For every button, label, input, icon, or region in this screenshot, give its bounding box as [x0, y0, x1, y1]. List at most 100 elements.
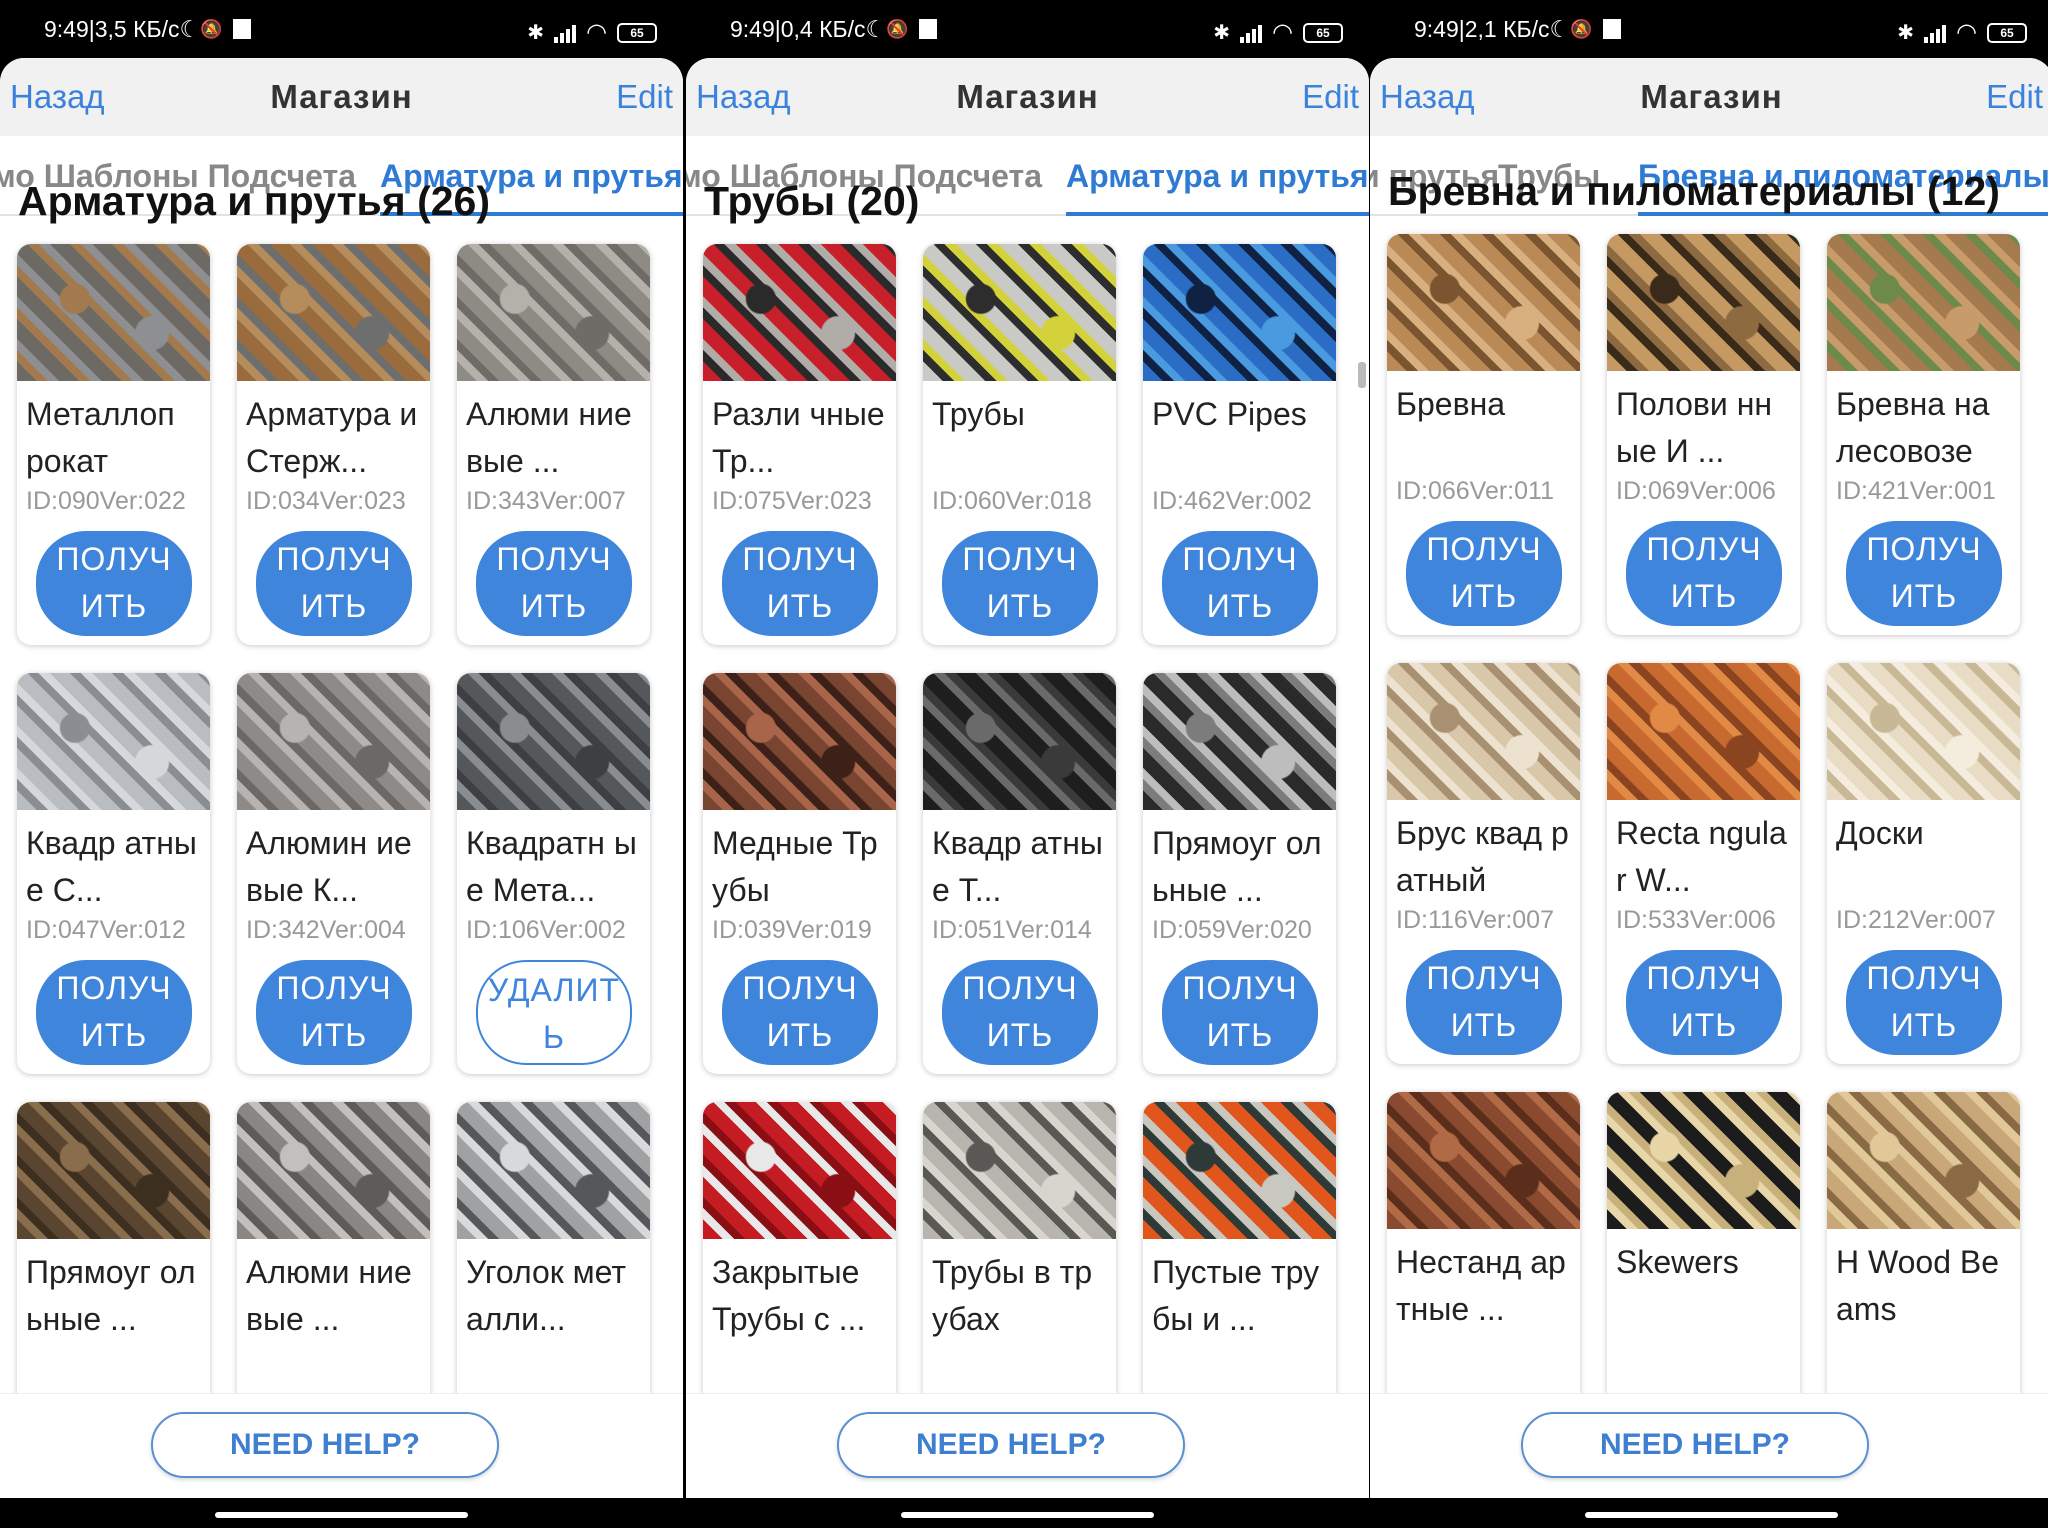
- product-thumbnail: [1607, 234, 1800, 371]
- status-time: 9:49: [1414, 15, 1459, 42]
- product-card[interactable]: PVC Pipes ID:462Ver:002 ПОЛУЧ ИТЬ: [1143, 244, 1336, 645]
- get-button[interactable]: ПОЛУЧ ИТЬ: [1162, 531, 1318, 636]
- product-thumbnail: [457, 673, 650, 810]
- product-id-version: ID:342Ver:004: [246, 916, 406, 944]
- status-right-icons: ✱ ◠ 65: [1897, 18, 2027, 47]
- battery-icon: 65: [1987, 22, 2027, 43]
- product-card[interactable]: Медные Трубы ID:039Ver:019 ПОЛУЧ ИТЬ: [703, 673, 896, 1074]
- scroll-indicator[interactable]: [1358, 362, 1366, 388]
- product-thumbnail: [703, 1102, 896, 1239]
- bluetooth-icon: ✱: [1897, 22, 1915, 44]
- product-id-version: ID:051Ver:014: [932, 916, 1092, 944]
- signal-icon: [1924, 23, 1947, 43]
- product-id-version: ID:047Ver:012: [26, 916, 186, 944]
- notification-icon: [1602, 19, 1621, 39]
- product-name: Трубы в трубах: [932, 1254, 1093, 1337]
- need-help-button[interactable]: NEED HELP?: [837, 1412, 1185, 1478]
- product-name: Алюми ниевые ...: [466, 396, 632, 479]
- get-button[interactable]: ПОЛУЧ ИТЬ: [36, 531, 192, 636]
- notification-icon: [918, 19, 937, 39]
- get-button[interactable]: ПОЛУЧ ИТЬ: [1846, 521, 2002, 626]
- status-net-speed: 2,1 КБ/с: [1464, 15, 1550, 42]
- get-button[interactable]: ПОЛУЧ ИТЬ: [476, 531, 632, 636]
- product-id-version: ID:066Ver:011: [1396, 477, 1554, 505]
- home-indicator[interactable]: [1585, 1512, 1838, 1518]
- product-card[interactable]: Арматура и Стерж... ID:034Ver:023 ПОЛУЧ ИТ…: [237, 244, 430, 645]
- product-card[interactable]: Квадратн ые Мета... ID:106Ver:002 УДАЛИТ Ь: [457, 673, 650, 1074]
- three-phone-screenshots: 9:49 | 3,5 КБ/с ☾ 🔕 ✱ ◠ 65 Назад Магазин Edit м…: [0, 0, 2048, 1528]
- product-thumbnail: [17, 1102, 210, 1239]
- product-name: Металлоп рокат: [26, 396, 175, 479]
- product-name: Трубы: [932, 396, 1025, 432]
- product-id-version: ID:090Ver:022: [26, 487, 186, 515]
- product-card[interactable]: Прямоуг ольные ... ID:059Ver:020 ПОЛУЧ ИТЬ: [1143, 673, 1336, 1074]
- category-tab[interactable]: Арматура и прутья: [1066, 158, 1369, 195]
- product-thumbnail: [1827, 234, 2020, 371]
- product-thumbnail: [237, 673, 430, 810]
- get-button[interactable]: ПОЛУЧ ИТЬ: [1406, 950, 1562, 1055]
- page-title: Магазин: [956, 78, 1099, 115]
- product-card[interactable]: Трубы ID:060Ver:018 ПОЛУЧ ИТЬ: [923, 244, 1116, 645]
- home-indicator[interactable]: [215, 1512, 468, 1518]
- get-button[interactable]: ПОЛУЧ ИТЬ: [1846, 950, 2002, 1055]
- wifi-icon: ◠: [1272, 19, 1293, 46]
- battery-icon: 65: [1303, 22, 1343, 43]
- product-thumbnail: [237, 244, 430, 381]
- edit-button[interactable]: Edit: [1986, 78, 2043, 116]
- battery-icon: 65: [617, 22, 657, 43]
- get-button[interactable]: ПОЛУЧ ИТЬ: [1162, 960, 1318, 1065]
- product-name: PVC Pipes: [1152, 396, 1307, 432]
- get-button[interactable]: ПОЛУЧ ИТЬ: [36, 960, 192, 1065]
- phone-panel-2: 9:49 | 0,4 КБ/с ☾ 🔕 ✱ ◠ 65 Назад Магазин Edit м…: [686, 0, 1369, 1528]
- product-card[interactable]: Квадр атные Т... ID:051Ver:014 ПОЛУЧ ИТЬ: [923, 673, 1116, 1074]
- product-card[interactable]: Recta ngular W... ID:533Ver:006 ПОЛУЧ ИТЬ: [1607, 663, 1800, 1064]
- product-thumbnail: [17, 673, 210, 810]
- get-button[interactable]: ПОЛУЧ ИТЬ: [256, 960, 412, 1065]
- status-time: 9:49: [44, 15, 89, 42]
- product-card[interactable]: Квадр атные С... ID:047Ver:012 ПОЛУЧ ИТЬ: [17, 673, 210, 1074]
- status-bar: 9:49 | 3,5 КБ/с ☾ 🔕 ✱ ◠ 65: [0, 0, 683, 58]
- product-name: Нестанд артные ...: [1396, 1244, 1566, 1327]
- need-help-button[interactable]: NEED HELP?: [1521, 1412, 1869, 1478]
- product-name: Пустые трубы и ...: [1152, 1254, 1320, 1337]
- need-help-button[interactable]: NEED HELP?: [151, 1412, 499, 1478]
- get-button[interactable]: ПОЛУЧ ИТЬ: [1626, 950, 1782, 1055]
- product-name: Закрытые Трубы с ...: [712, 1254, 866, 1337]
- product-card[interactable]: Металлоп рокат ID:090Ver:022 ПОЛУЧ ИТЬ: [17, 244, 210, 645]
- product-card[interactable]: Полови нные И ... ID:069Ver:006 ПОЛУЧ ИТЬ: [1607, 234, 1800, 635]
- product-thumbnail: [457, 1102, 650, 1239]
- edit-button[interactable]: Edit: [616, 78, 673, 116]
- get-button[interactable]: ПОЛУЧ ИТЬ: [1626, 521, 1782, 626]
- product-name: Разли чные Тр...: [712, 396, 885, 479]
- home-indicator[interactable]: [901, 1512, 1154, 1518]
- product-id-version: ID:034Ver:023: [246, 487, 406, 515]
- product-name: Прямоуг ольные ...: [26, 1254, 196, 1337]
- get-button[interactable]: ПОЛУЧ ИТЬ: [256, 531, 412, 636]
- muted-bell-icon: 🔕: [1570, 18, 1593, 39]
- product-name: Полови нные И ...: [1616, 386, 1773, 469]
- section-title: Арматура и прутья (26): [18, 178, 490, 224]
- product-card[interactable]: Бревна на лесовозе ID:421Ver:001 ПОЛУЧ ИТЬ: [1827, 234, 2020, 635]
- signal-icon: [554, 23, 577, 43]
- product-card[interactable]: Доски ID:212Ver:007 ПОЛУЧ ИТЬ: [1827, 663, 2020, 1064]
- product-card[interactable]: Разли чные Тр... ID:075Ver:023 ПОЛУЧ ИТЬ: [703, 244, 896, 645]
- product-name: Медные Трубы: [712, 825, 878, 908]
- get-button[interactable]: ПОЛУЧ ИТЬ: [722, 531, 878, 636]
- product-card[interactable]: Брус квад ратный ID:116Ver:007 ПОЛУЧ ИТЬ: [1387, 663, 1580, 1064]
- get-button[interactable]: ПОЛУЧ ИТЬ: [1406, 521, 1562, 626]
- product-card[interactable]: Алюми ниевые ... ID:343Ver:007 ПОЛУЧ ИТЬ: [457, 244, 650, 645]
- product-card[interactable]: Алюмин иевые К... ID:342Ver:004 ПОЛУЧ ИТЬ: [237, 673, 430, 1074]
- active-tab-indicator: [1066, 212, 1369, 216]
- get-button[interactable]: ПОЛУЧ ИТЬ: [942, 960, 1098, 1065]
- product-card[interactable]: Бревна ID:066Ver:011 ПОЛУЧ ИТЬ: [1387, 234, 1580, 635]
- edit-button[interactable]: Edit: [1302, 78, 1359, 116]
- page-title: Магазин: [270, 78, 413, 115]
- get-button[interactable]: ПОЛУЧ ИТЬ: [722, 960, 878, 1065]
- navigation-bar: Назад Магазин Edit: [1370, 58, 2048, 136]
- product-name: Квадр атные С...: [26, 825, 197, 908]
- app-screen: Назад Магазин Edit мо Шаблоны Подсчета Армат…: [686, 58, 1369, 1498]
- get-button[interactable]: ПОЛУЧ ИТЬ: [942, 531, 1098, 636]
- product-name: Брус квад ратный: [1396, 815, 1569, 898]
- delete-button[interactable]: УДАЛИТ Ь: [476, 960, 632, 1065]
- phone-panel-3: 9:49 | 2,1 КБ/с ☾ 🔕 ✱ ◠ 65 Назад Магазин Edit и…: [1370, 0, 2048, 1528]
